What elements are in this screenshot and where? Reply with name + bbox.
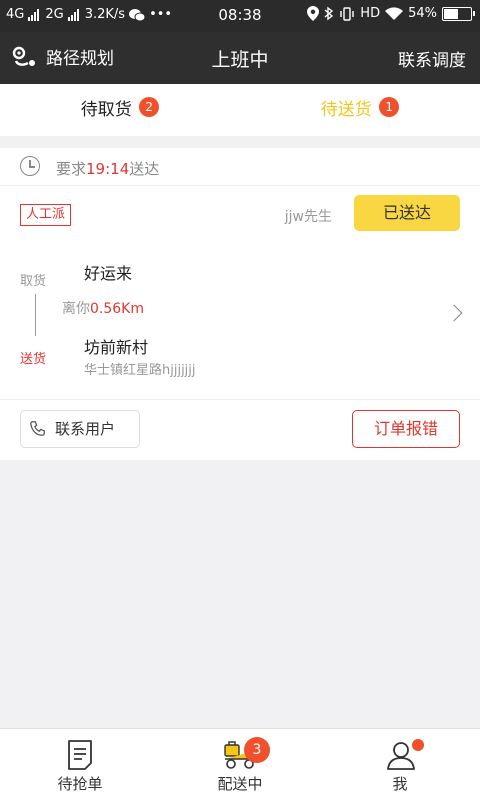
distance: 离你0.56Km [62,298,144,318]
contact-user-button[interactable]: 联系用户 [20,410,140,448]
route-planning-label: 路径规划 [46,49,114,69]
order-card: 要求19:14送达 人工派 jjw先生 已送达 取货 送货 好运来 离你0.56… [0,148,480,460]
distance-prefix: 离你 [62,301,90,317]
requirement-suffix: 送达 [129,160,160,178]
battery-percent: 54% [408,6,437,21]
tab-pending-delivery[interactable]: 待送货 1 [240,84,480,136]
tab-pending-pickup[interactable]: 待取货 2 [0,84,240,136]
delivery-requirement-row: 要求19:14送达 [0,148,480,186]
delivery-label: 送货 [20,352,47,367]
delivery-requirement: 要求19:14送达 [56,158,159,179]
divider [0,399,480,400]
nav-label: 我 [392,775,408,793]
contact-dispatch-button[interactable]: 联系调度 [398,46,466,71]
chevron-right-icon[interactable] [445,304,463,322]
status-bar: 4G 2G 3.2K/s ••• 08:38 HD 54% [0,0,480,32]
pickup-label: 取货 [20,274,47,289]
bottom-navigation: 待抢单 3 配送中 我 [0,728,480,800]
requirement-time: 19:14 [86,160,130,178]
manual-dispatch-tag: 人工派 [20,204,72,226]
status-right: HD 54% [307,6,475,21]
tab-label: 待送货 [320,100,372,120]
battery-icon [442,6,475,21]
customer-name: jjw先生 [284,209,332,225]
route-connector-line [35,294,36,336]
nav-item-me[interactable]: 我 [320,729,480,800]
contact-user-label: 联系用户 [55,420,116,438]
app-header: 路径规划 上班中 联系调度 [0,32,480,84]
nav-label: 待抢单 [57,775,103,793]
nav-label: 配送中 [217,775,263,793]
battery-level [444,8,458,19]
notification-dot [412,739,424,751]
bluetooth-icon [324,6,334,21]
route-icon [12,46,35,66]
order-list-icon [68,740,92,770]
distance-value: 0.56Km [90,301,144,317]
delivery-name: 坊前新村 [84,338,149,357]
report-order-error-button[interactable]: 订单报错 [352,410,460,448]
wifi-icon [385,6,404,20]
delivery-address: 华士镇红星路hjjjjjjj [84,363,196,378]
tab-count-badge: 2 [139,97,160,117]
pickup-name: 好运来 [84,264,133,283]
delivering-count-badge: 3 [244,737,270,763]
tab-label: 待取货 [80,100,132,120]
location-icon [307,6,320,21]
vibrate-icon [340,6,354,21]
nav-item-pending-orders[interactable]: 待抢单 [0,729,160,800]
nav-item-delivering[interactable]: 3 配送中 [160,729,320,800]
requirement-prefix: 要求 [56,160,87,178]
delivered-button[interactable]: 已送达 [354,195,460,231]
hd-indicator: HD [360,6,381,21]
tab-count-badge: 1 [379,97,400,117]
phone-icon [30,421,45,436]
route-planning-button[interactable]: 路径规划 [12,44,114,69]
clock-icon [20,156,40,176]
order-tabs: 待取货 2 待送货 1 [0,84,480,136]
